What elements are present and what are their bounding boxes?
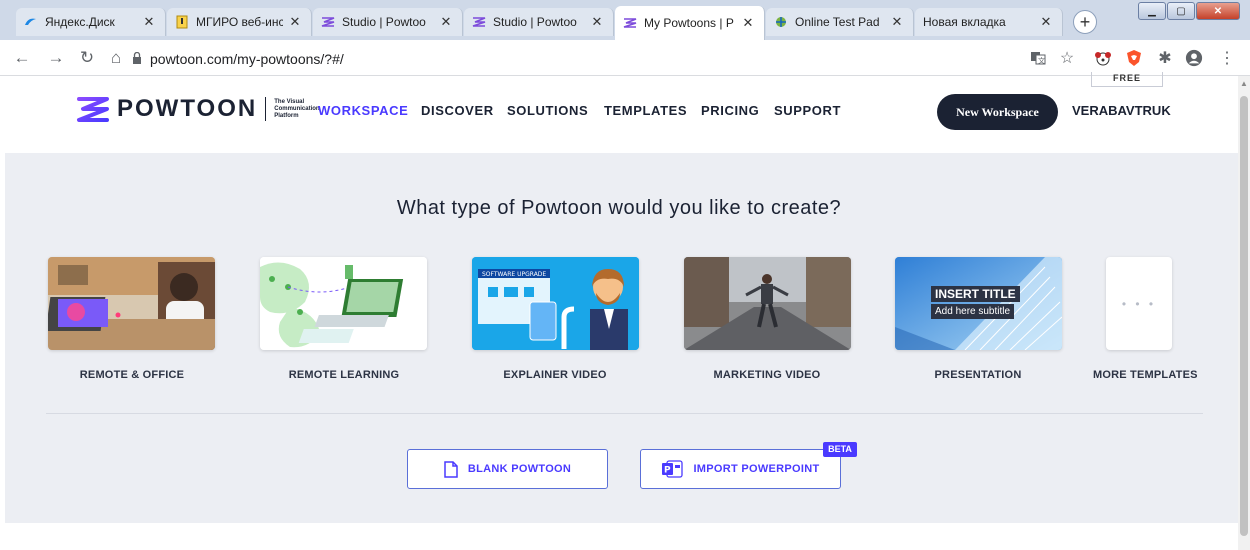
extension-dog-icon[interactable]	[1094, 49, 1112, 67]
remote-learning-thumbnail	[260, 257, 427, 350]
document-icon	[175, 15, 189, 29]
powtoon-logo-icon	[77, 97, 109, 122]
close-tab-icon[interactable]: ✕	[438, 14, 454, 30]
close-tab-icon[interactable]: ✕	[889, 14, 905, 30]
lock-icon	[133, 52, 141, 64]
close-window-icon[interactable]: ✕	[1196, 2, 1240, 20]
card-label-presentation[interactable]: PRESENTATION	[878, 369, 1078, 381]
profile-icon[interactable]	[1185, 49, 1203, 67]
reload-icon[interactable]: ↻	[77, 48, 97, 68]
logo-tagline: The Visual Communication Platform	[274, 98, 320, 119]
card-label-marketing-video[interactable]: MARKETING VIDEO	[667, 369, 867, 381]
address-bar[interactable]: powtoon.com/my-powtoons/?#/	[150, 51, 344, 67]
extensions-puzzle-icon[interactable]: ✱	[1156, 49, 1174, 67]
nav-discover[interactable]: DISCOVER	[421, 103, 494, 118]
presentation-thumb-subtitle: Add here subtitle	[931, 304, 1015, 319]
back-icon[interactable]: ←	[12, 48, 32, 68]
card-presentation[interactable]: INSERT TITLE Add here subtitle	[895, 257, 1062, 350]
nav-templates[interactable]: TEMPLATES	[604, 103, 687, 118]
svg-text:P: P	[664, 466, 671, 476]
close-tab-icon[interactable]: ✕	[740, 15, 756, 31]
new-tab-button[interactable]: +	[1073, 10, 1097, 34]
tab-studio-1[interactable]: Studio | Powtoo ✕	[313, 8, 463, 36]
tab-title: Studio | Powtoo	[493, 15, 577, 29]
nav-solutions[interactable]: SOLUTIONS	[507, 103, 588, 118]
browser-toolbar: ← → ↻ ⌂ powtoon.com/my-powtoons/?#/ 文 ☆ …	[0, 40, 1250, 76]
marketing-video-thumbnail	[684, 257, 851, 350]
close-tab-icon[interactable]: ✕	[1038, 14, 1054, 30]
presentation-thumb-title: INSERT TITLE	[931, 286, 1020, 302]
blank-powtoon-label: BLANK POWTOON	[467, 463, 572, 475]
logo-separator	[265, 97, 267, 121]
bookmark-star-icon[interactable]: ☆	[1058, 49, 1076, 67]
brave-shield-icon[interactable]	[1125, 49, 1143, 67]
powtoon-icon	[321, 15, 335, 29]
import-powerpoint-label: IMPORT POWERPOINT	[693, 463, 820, 475]
scroll-up-icon[interactable]: ▲	[1240, 79, 1248, 88]
tab-title: My Powtoons | P	[644, 16, 734, 30]
nav-workspace[interactable]: WORKSPACE	[318, 103, 408, 118]
blank-powtoon-button[interactable]: BLANK POWTOON	[407, 449, 608, 489]
divider	[46, 413, 1203, 414]
more-dots-icon: • • •	[1121, 296, 1157, 311]
tab-title: Studio | Powtoo	[342, 15, 426, 29]
window-controls: ▁ ▢ ✕	[1137, 2, 1240, 20]
card-remote-learning[interactable]	[260, 257, 427, 350]
new-workspace-button[interactable]: New Workspace	[937, 94, 1058, 130]
page-scrollbar[interactable]: ▲	[1238, 76, 1250, 550]
menu-icon[interactable]: ⋮	[1218, 49, 1236, 67]
remote-office-thumbnail	[48, 257, 215, 350]
card-more-templates[interactable]: • • •	[1106, 257, 1172, 350]
translate-icon[interactable]: 文	[1029, 49, 1047, 67]
tab-mgiro[interactable]: МГИРО веб-инс ✕	[167, 8, 312, 36]
nav-pricing[interactable]: PRICING	[701, 103, 759, 118]
page: POWTOON The Visual Communication Platfor…	[0, 72, 1238, 550]
close-tab-icon[interactable]: ✕	[287, 14, 303, 30]
tab-title: Яндекс.Диск	[45, 15, 115, 29]
close-tab-icon[interactable]: ✕	[141, 14, 157, 30]
tab-studio-2[interactable]: Studio | Powtoo ✕	[464, 8, 614, 36]
nav-support[interactable]: SUPPORT	[774, 103, 841, 118]
blank-document-icon	[444, 460, 458, 478]
site-header: POWTOON The Visual Communication Platfor…	[0, 72, 1238, 152]
maximize-icon[interactable]: ▢	[1167, 2, 1195, 20]
tab-online-test-pad[interactable]: Online Test Pad ✕	[766, 8, 914, 36]
card-label-remote-learning[interactable]: REMOTE LEARNING	[244, 369, 444, 381]
forward-icon[interactable]: →	[46, 48, 66, 68]
powtoon-icon	[623, 16, 637, 30]
card-explainer-video[interactable]: SOFTWARE UPGRADE	[472, 257, 639, 350]
powtoon-icon	[472, 15, 486, 29]
tab-title: Новая вкладка	[923, 15, 1006, 29]
tab-new[interactable]: Новая вкладка ✕	[915, 8, 1063, 36]
tab-my-powtoons[interactable]: My Powtoons | P ✕	[615, 6, 765, 40]
create-question: What type of Powtoon would you like to c…	[396, 197, 842, 219]
minimize-icon[interactable]: ▁	[1138, 2, 1166, 20]
testpad-icon	[774, 15, 788, 29]
tab-title: Online Test Pad	[795, 15, 880, 29]
close-tab-icon[interactable]: ✕	[589, 14, 605, 30]
yandex-disk-icon	[24, 15, 38, 29]
explainer-thumb-text: SOFTWARE UPGRADE	[482, 271, 546, 278]
card-label-remote-office[interactable]: REMOTE & OFFICE	[32, 369, 232, 381]
user-menu[interactable]: VERABAVTRUK	[1072, 103, 1171, 118]
card-label-explainer-video[interactable]: EXPLAINER VIDEO	[455, 369, 655, 381]
powerpoint-icon: P	[661, 460, 684, 478]
home-icon[interactable]: ⌂	[106, 48, 126, 68]
svg-text:文: 文	[1038, 56, 1045, 65]
scrollbar-thumb[interactable]	[1240, 96, 1248, 536]
browser-tab-bar: Яндекс.Диск ✕ МГИРО веб-инс ✕ Studio | P…	[0, 0, 1250, 40]
explainer-video-thumbnail: SOFTWARE UPGRADE	[472, 257, 639, 350]
create-panel: What type of Powtoon would you like to c…	[5, 153, 1238, 523]
powtoon-logo[interactable]: POWTOON The Visual Communication Platfor…	[75, 94, 320, 124]
card-label-more-templates[interactable]: MORE TEMPLATES	[1093, 369, 1213, 381]
logo-text: POWTOON	[117, 95, 258, 122]
plan-badge[interactable]: FREE	[1091, 72, 1163, 87]
beta-badge: BETA	[823, 442, 857, 457]
import-powerpoint-button[interactable]: P IMPORT POWERPOINT	[640, 449, 841, 489]
tab-title: МГИРО веб-инс	[196, 15, 283, 29]
card-remote-office[interactable]	[48, 257, 215, 350]
tab-yandex-disk[interactable]: Яндекс.Диск ✕	[16, 8, 166, 36]
card-marketing-video[interactable]	[684, 257, 851, 350]
